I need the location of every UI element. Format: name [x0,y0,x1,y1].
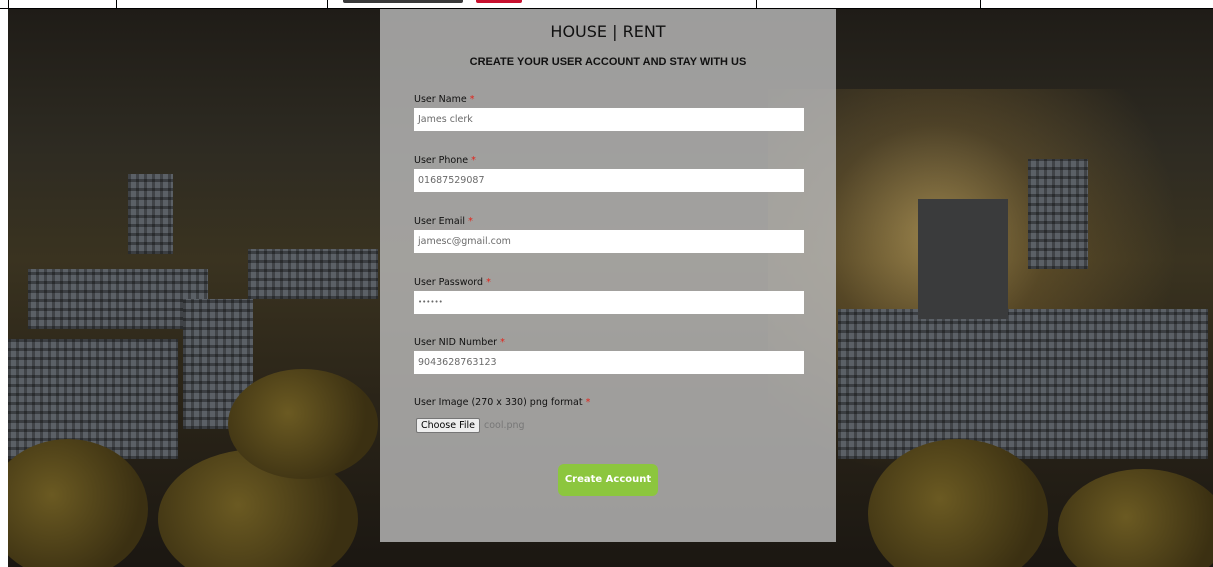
table-divider [116,0,117,9]
selected-file-name: cool.png [484,420,525,431]
required-marker: * [500,337,505,348]
user-phone-label-text: User Phone [414,155,469,166]
user-password-input[interactable]: •••••• [414,291,804,314]
user-nid-label: User NID Number * [414,337,505,348]
building [918,199,1008,319]
table-divider [8,0,9,9]
user-password-label: User Password * [414,277,491,288]
required-marker: * [471,155,476,166]
registration-panel: HOUSE | RENT CREATE YOUR USER ACCOUNT AN… [380,9,836,542]
building [28,269,208,329]
table-divider [980,0,981,9]
user-name-input[interactable]: James clerk [414,108,804,131]
user-name-label-text: User Name [414,94,467,105]
user-nid-label-text: User NID Number [414,337,498,348]
tree [228,369,378,479]
user-nid-input[interactable]: 9043628763123 [414,351,804,374]
user-email-input[interactable]: jamesc@gmail.com [414,230,804,253]
user-email-label: User Email * [414,216,473,227]
user-email-label-text: User Email [414,216,466,227]
user-password-label-text: User Password [414,277,484,288]
building [8,339,178,459]
required-marker: * [486,277,491,288]
user-name-label: User Name * [414,94,474,105]
required-marker: * [469,94,475,105]
user-image-file-input: Choose File cool.png [416,418,525,433]
choose-file-button[interactable]: Choose File [416,418,480,433]
form-subtitle: CREATE YOUR USER ACCOUNT AND STAY WITH U… [469,56,747,68]
table-divider [756,0,757,9]
building [838,309,1208,459]
table-divider [327,0,328,9]
building [1028,159,1088,269]
left-margin [0,9,8,567]
required-marker: * [468,216,473,227]
cropped-text-fragment [343,0,463,3]
user-phone-label: User Phone * [414,155,476,166]
user-phone-input[interactable]: 01687529087 [414,169,804,192]
cropped-badge-fragment [476,0,522,3]
site-brand: HOUSE | RENT [550,22,666,41]
user-image-label-text: User Image (270 x 330) png format [414,397,583,408]
building [128,174,173,254]
document-table-strip [0,0,1213,9]
required-marker: * [585,397,591,408]
user-image-label: User Image (270 x 330) png format * [414,397,590,408]
create-account-button[interactable]: Create Account [558,464,658,496]
building [248,249,378,299]
